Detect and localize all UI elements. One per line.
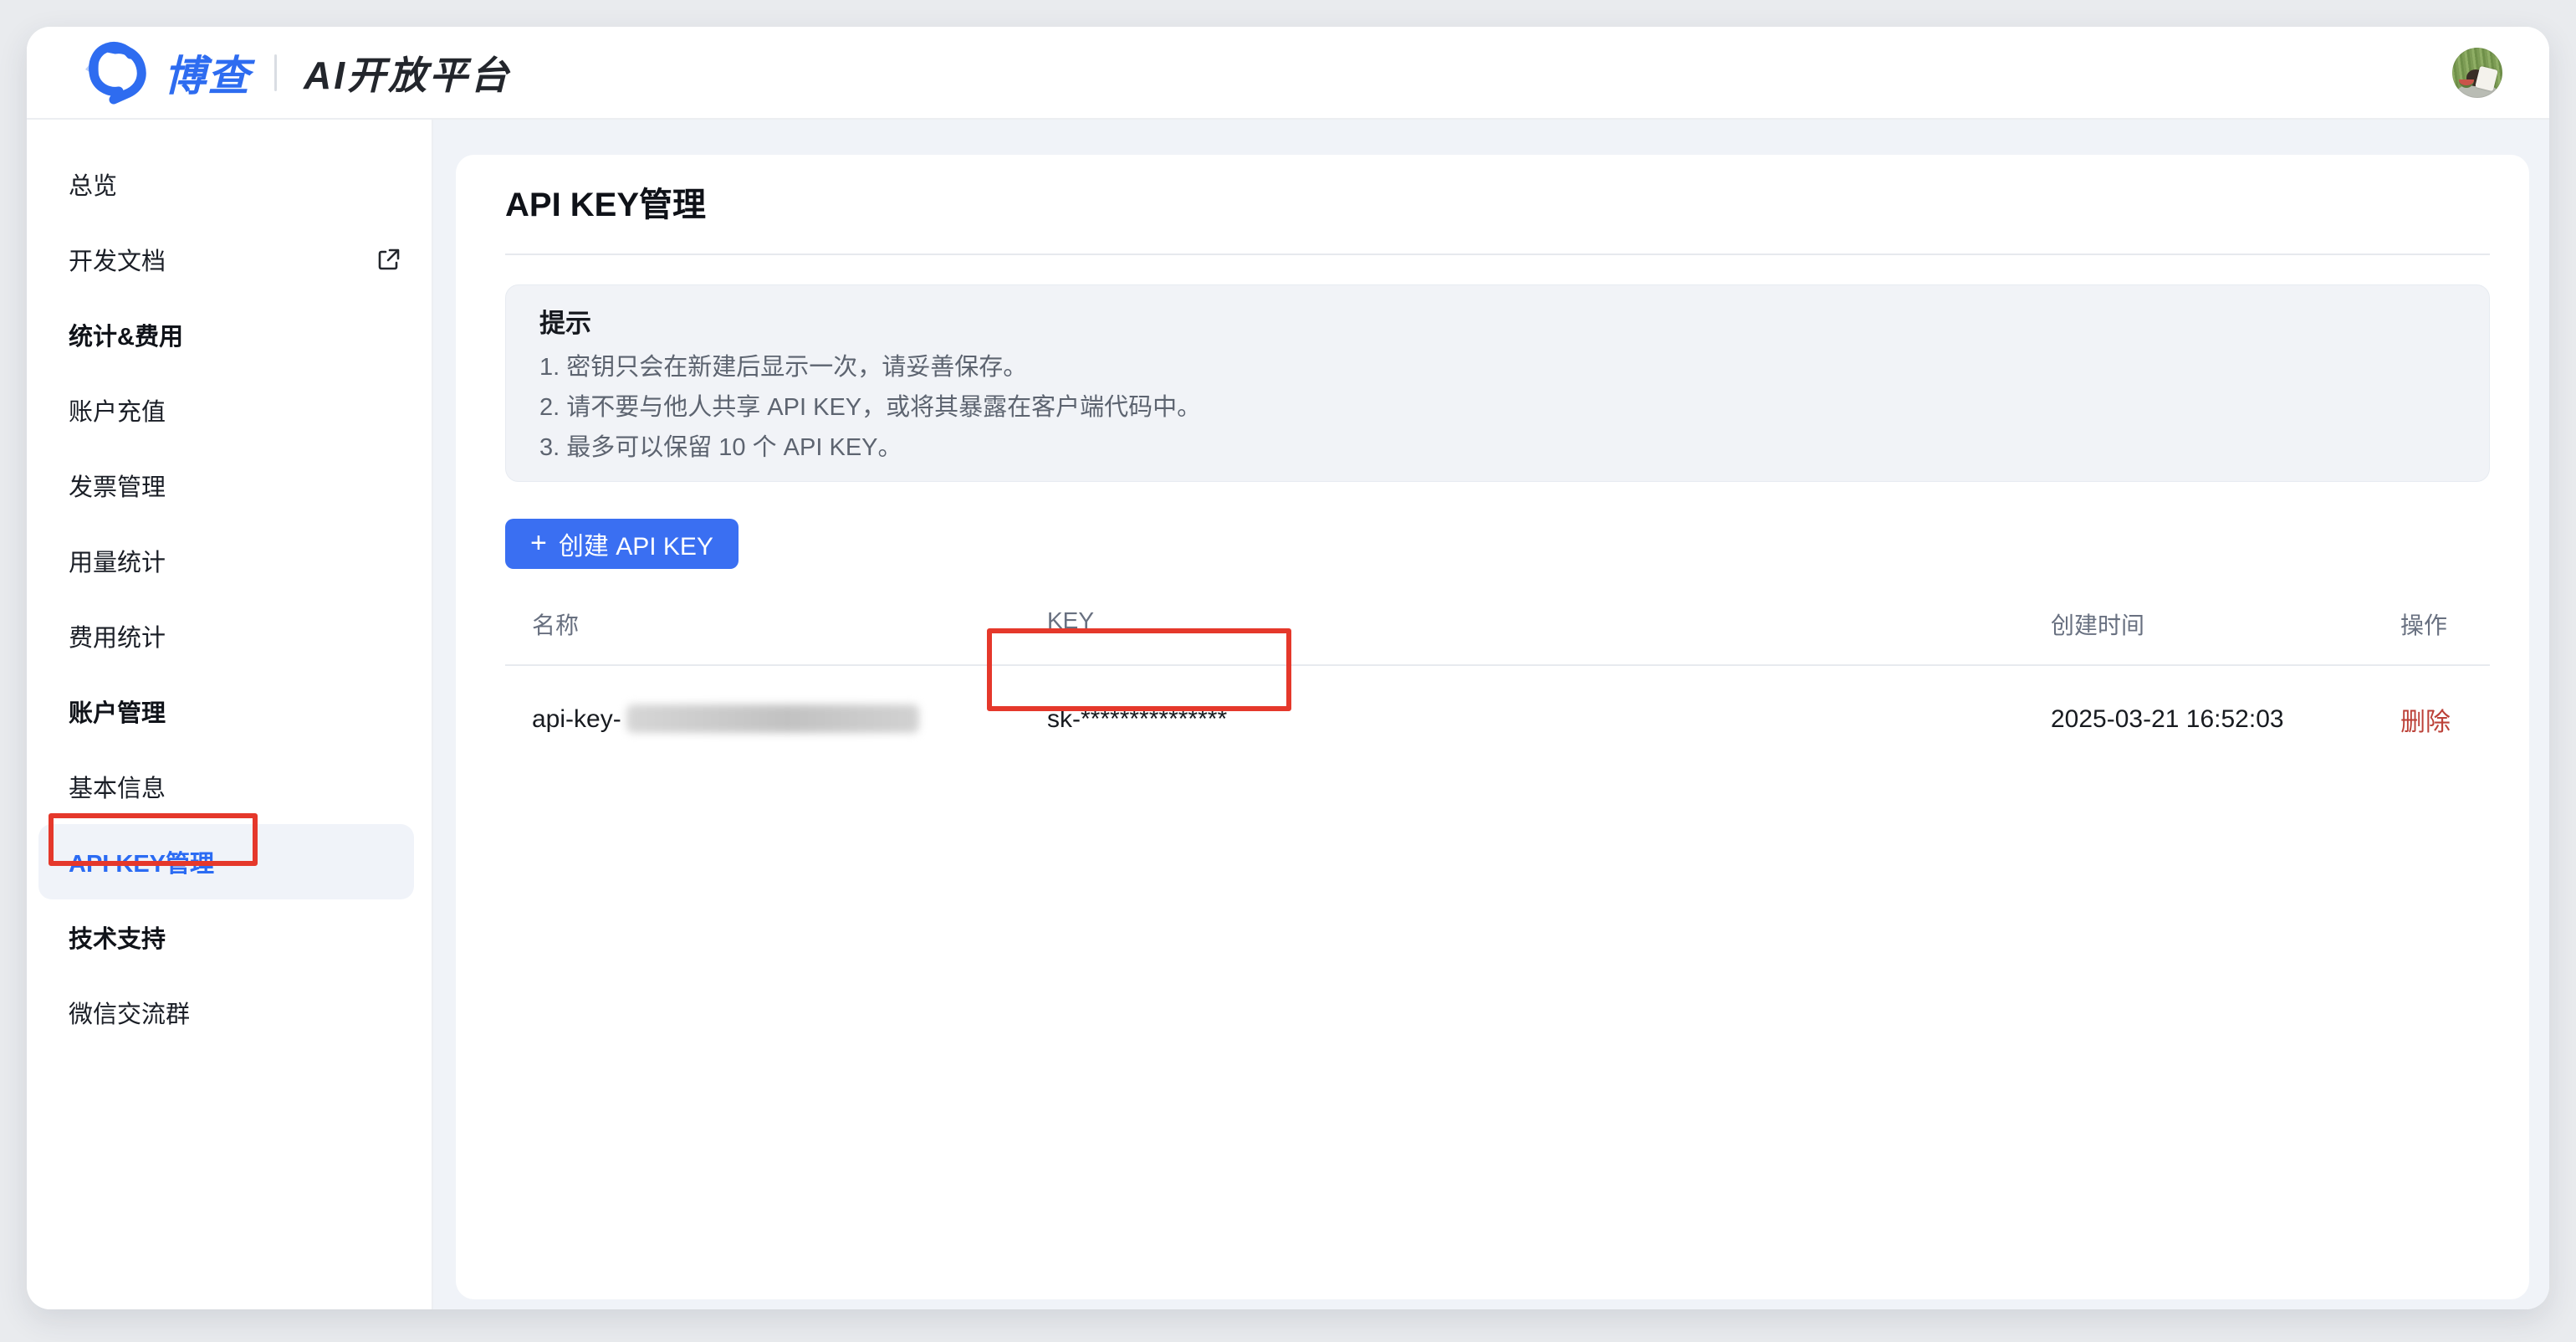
bocha-logo-icon [82, 41, 152, 105]
sidebar-item-label: 总览 [69, 166, 117, 202]
api-key-card: API KEY管理 提示 1. 密钥只会在新建后显示一次，请妥善保存。 2. 请… [456, 155, 2529, 1299]
sidebar-item-label: 基本信息 [69, 769, 166, 804]
redacted-name-blur [626, 704, 919, 733]
api-key-name-cell: api-key- [505, 670, 1020, 767]
sidebar: 总览 开发文档 统计&费用 账户充值 发票管理 用量统计 费用统计 账户管理 基… [27, 120, 433, 1309]
tips-box: 提示 1. 密钥只会在新建后显示一次，请妥善保存。 2. 请不要与他人共享 AP… [505, 284, 2490, 482]
app-window: 博查 AI开放平台 总览 开发文档 统计&费用 账户充值 发票管理 [27, 27, 2549, 1309]
sidebar-item-cost-stats[interactable]: 费用统计 [27, 598, 432, 674]
sidebar-section-label: 账户管理 [69, 694, 166, 729]
tip-line-2: 2. 请不要与他人共享 API KEY，或将其暴露在客户端代码中。 [539, 387, 2456, 428]
platform-title: AI开放平台 [289, 45, 511, 100]
create-api-key-button[interactable]: + 创建 API KEY [505, 519, 739, 569]
tip-line-1: 1. 密钥只会在新建后显示一次，请妥善保存。 [539, 347, 2456, 387]
sidebar-item-wechat-group[interactable]: 微信交流群 [27, 975, 432, 1050]
avatar-art [2475, 65, 2498, 91]
sidebar-item-dev-docs[interactable]: 开发文档 [27, 222, 432, 297]
sidebar-item-label: 发票管理 [69, 468, 166, 503]
table-header-row: 名称 KEY 创建时间 操作 [505, 582, 2490, 666]
main-area: API KEY管理 提示 1. 密钥只会在新建后显示一次，请妥善保存。 2. 请… [433, 120, 2549, 1309]
top-bar: 博查 AI开放平台 [27, 27, 2549, 120]
avatar-art [2459, 79, 2474, 88]
column-header-created-at: 创建时间 [2024, 582, 2374, 664]
column-header-action: 操作 [2374, 582, 2490, 664]
sidebar-section-label: 技术支持 [69, 919, 166, 955]
user-avatar[interactable] [2452, 48, 2502, 98]
brand-logo[interactable]: 博查 AI开放平台 [82, 41, 511, 105]
sidebar-item-invoice-management[interactable]: 发票管理 [27, 448, 432, 523]
sidebar-section-stats-billing: 统计&费用 [27, 297, 432, 372]
api-key-table: 名称 KEY 创建时间 操作 api-key- sk-*************… [505, 582, 2490, 771]
sidebar-item-account-recharge[interactable]: 账户充值 [27, 372, 432, 448]
sidebar-item-api-key-management[interactable]: API KEY管理 [38, 824, 414, 899]
tips-title: 提示 [539, 305, 2456, 342]
sidebar-item-overview[interactable]: 总览 [27, 146, 432, 222]
sidebar-item-label: API KEY管理 [69, 844, 214, 879]
sidebar-item-usage-stats[interactable]: 用量统计 [27, 523, 432, 598]
create-api-key-label: 创建 API KEY [559, 525, 713, 562]
sidebar-item-label: 用量统计 [69, 543, 166, 578]
delete-link[interactable]: 删除 [2400, 709, 2451, 736]
title-divider [505, 254, 2490, 255]
api-key-created-at-cell: 2025-03-21 16:52:03 [2024, 670, 2374, 767]
sidebar-item-label: 微信交流群 [69, 995, 190, 1030]
api-key-value-cell: sk-*************** [1020, 670, 2024, 767]
sidebar-section-account-management: 账户管理 [27, 674, 432, 749]
sidebar-section-label: 统计&费用 [69, 317, 183, 352]
external-link-icon [376, 247, 401, 272]
column-header-key: KEY [1020, 582, 2024, 664]
api-key-name-prefix: api-key- [532, 705, 621, 733]
sidebar-item-label: 开发文档 [69, 242, 166, 277]
tip-line-3: 3. 最多可以保留 10 个 API KEY。 [539, 428, 2456, 468]
brand-name: 博查 [164, 43, 263, 103]
plus-icon: + [530, 529, 547, 557]
page-title: API KEY管理 [505, 183, 2490, 227]
sidebar-item-label: 账户充值 [69, 392, 166, 428]
brand-divider [274, 54, 277, 91]
sidebar-item-label: 费用统计 [69, 618, 166, 653]
column-header-name: 名称 [505, 582, 1020, 664]
sidebar-section-tech-support: 技术支持 [27, 899, 432, 975]
sidebar-item-basic-info[interactable]: 基本信息 [27, 749, 432, 824]
table-row: api-key- sk-*************** 2025-03-21 1… [505, 666, 2490, 771]
